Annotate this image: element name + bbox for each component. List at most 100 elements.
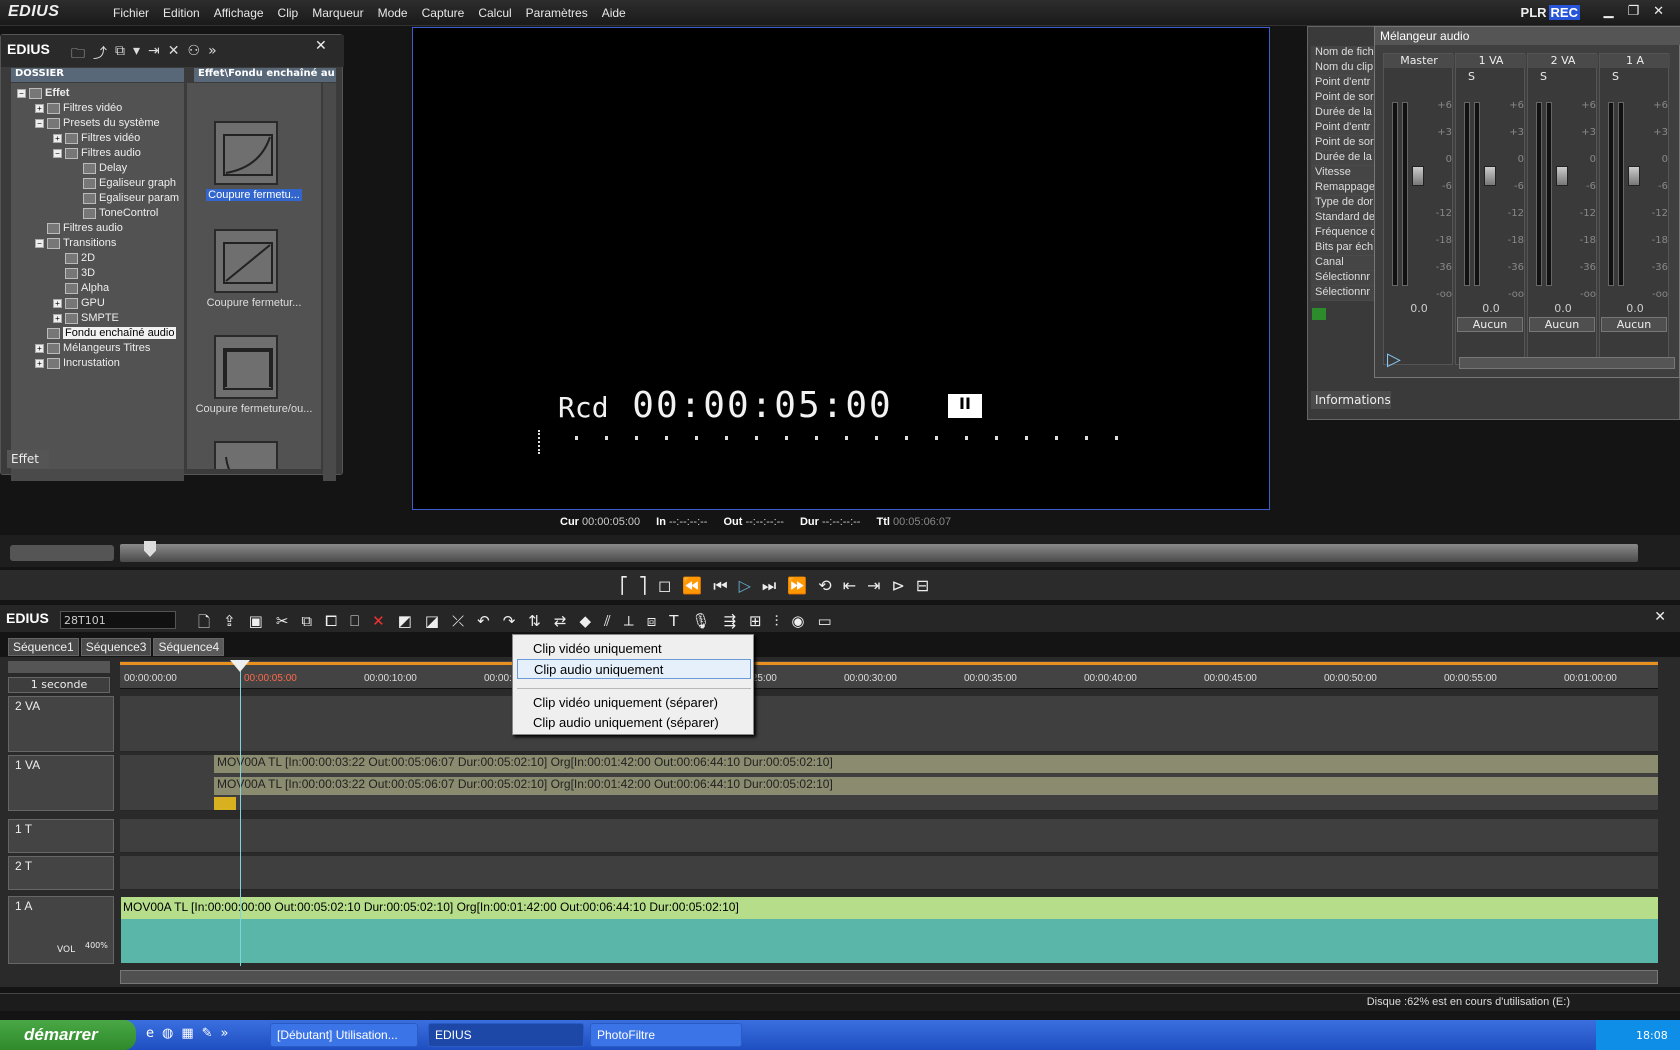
volume-fader[interactable] <box>1412 166 1424 186</box>
tree-scrollbar[interactable] <box>11 469 184 481</box>
prev-edit-icon[interactable]: ⇤ <box>843 576 856 596</box>
collapse-icon[interactable]: − <box>35 238 44 248</box>
audio-clip[interactable]: MOV00A TL [In:00:00:00:00 Out:00:05:02:1… <box>121 897 1658 963</box>
firefox-icon[interactable]: ◍ <box>162 1026 173 1041</box>
tree-item[interactable]: + Incrustation <box>35 355 120 371</box>
thumb-label[interactable]: Coupure fermetu... <box>206 189 302 201</box>
step-forward-icon[interactable]: ⏭ <box>762 576 776 596</box>
start-button[interactable]: démarrer <box>0 1020 136 1050</box>
delete-icon[interactable]: ✕ <box>168 43 180 67</box>
volume-fader[interactable] <box>1556 166 1568 186</box>
insert-mode-icon[interactable]: ⊳ <box>891 576 904 596</box>
expand-icon[interactable]: + <box>35 358 44 368</box>
timeline-scrollbar[interactable] <box>120 970 1658 984</box>
up-icon[interactable]: ⤴ <box>93 43 107 67</box>
tree-item[interactable]: 2D <box>53 250 95 266</box>
cut-icon[interactable]: ✂ <box>276 612 289 637</box>
task-edius[interactable]: EDIUS <box>428 1023 584 1047</box>
tree-item[interactable]: Alpha <box>53 280 109 296</box>
tab-informations[interactable]: Informations <box>1311 391 1391 409</box>
track-header-2t[interactable]: 2 T <box>8 856 114 890</box>
layout-icon[interactable]: ▭ <box>817 612 831 637</box>
tab-sequence1[interactable]: Séquence1 <box>8 638 79 656</box>
expand-icon[interactable]: + <box>53 298 62 308</box>
menu-aide[interactable]: Aide <box>595 6 633 20</box>
more-icon[interactable]: » <box>221 1026 229 1041</box>
undo-icon[interactable]: ↶ <box>477 612 490 637</box>
tree-item[interactable]: − Effet <box>17 85 69 101</box>
volume-fader[interactable] <box>1484 166 1496 186</box>
save-icon[interactable]: ▣ <box>249 612 263 637</box>
task-photofiltre[interactable]: PhotoFiltre <box>590 1023 742 1047</box>
tree-item[interactable]: Fondu enchaîné audio <box>35 325 177 341</box>
task-forum[interactable]: [Débutant] Utilisation... <box>270 1023 418 1047</box>
thumb-crossfade-3[interactable] <box>214 335 278 399</box>
track-header-2va[interactable]: 2 VA <box>8 696 114 752</box>
folder-icon[interactable]: 🗀 <box>71 43 85 67</box>
track-1t[interactable] <box>120 819 1658 853</box>
transition-marker[interactable] <box>214 797 236 810</box>
tree-item[interactable]: + Filtres vidéo <box>35 100 122 116</box>
tree-item[interactable]: − Filtres audio <box>53 145 141 161</box>
tab-sequence4[interactable]: Séquence4 <box>153 638 225 656</box>
time-ruler[interactable]: 00:00:00:00 00:00:05:00 00:00:10:00 00:00:1… <box>120 661 1658 689</box>
zoom-slider[interactable] <box>8 661 110 673</box>
mark-out-icon[interactable]: ⎤ <box>639 576 647 596</box>
output-select[interactable]: Aucun <box>1529 317 1595 332</box>
video-clip-audio[interactable]: MOV00A TL [In:00:00:03:22 Out:00:05:06:0… <box>214 777 1658 795</box>
timeline-close-icon[interactable]: ✕ <box>1654 609 1666 625</box>
tree-item[interactable]: Filtres audio <box>35 220 123 236</box>
mixer-scrollbar[interactable] <box>1459 357 1675 369</box>
tree-item[interactable]: 3D <box>53 265 95 281</box>
step-back-icon[interactable]: ⏮ <box>713 576 727 596</box>
thumb-crossfade-4[interactable] <box>214 441 278 469</box>
delete-clip-icon[interactable]: ✕ <box>372 612 385 637</box>
menu-edition[interactable]: Edition <box>156 6 207 20</box>
app-icon[interactable]: ▦ <box>181 1026 193 1041</box>
track-header-1t[interactable]: 1 T <box>8 819 114 853</box>
close-icon[interactable]: ✕ <box>1653 4 1664 19</box>
menu-parametres[interactable]: Paramètres <box>519 6 595 20</box>
menu-affichage[interactable]: Affichage <box>207 6 271 20</box>
transition2-icon[interactable]: ◪ <box>425 612 439 637</box>
expand-icon[interactable]: + <box>53 313 62 323</box>
more-icon[interactable]: » <box>208 43 217 67</box>
stop-icon[interactable]: ◻ <box>658 576 671 596</box>
copy-icon[interactable]: ⧉ <box>301 612 312 637</box>
thumb-label[interactable]: Coupure fermeture/ou... <box>187 403 321 415</box>
position-slider[interactable] <box>120 544 1638 562</box>
tab-sequence3[interactable]: Séquence3 <box>80 638 152 656</box>
overwrite-mode-icon[interactable]: ⊟ <box>916 576 929 596</box>
thumb-scrollbar[interactable] <box>323 83 336 481</box>
rewind-icon[interactable]: ⏪ <box>682 576 702 596</box>
volume-fader[interactable] <box>1628 166 1640 186</box>
dropdown-icon[interactable]: ▾ <box>133 43 140 67</box>
next-edit-icon[interactable]: ⇥ <box>867 576 880 596</box>
tree-item[interactable]: + Mélangeurs Titres <box>35 340 150 356</box>
menu-fichier[interactable]: Fichier <box>106 6 156 20</box>
notepad-icon[interactable]: ✎ <box>202 1026 213 1041</box>
plr-rec-switch[interactable]: PLR REC <box>1521 5 1580 20</box>
open-icon[interactable]: ⇪ <box>223 612 236 637</box>
menu-audio-only[interactable]: Clip audio uniquement <box>517 659 751 679</box>
ie-icon[interactable]: e <box>146 1026 154 1041</box>
mode-icon[interactable]: ⎕ <box>350 612 359 637</box>
track-2t[interactable] <box>120 856 1658 890</box>
menu-marqueur[interactable]: Marqueur <box>305 6 370 20</box>
minimize-icon[interactable]: ▁ <box>1603 4 1613 19</box>
play-button-icon[interactable]: ▷ <box>739 576 751 596</box>
solo-toggle[interactable]: S <box>1612 70 1619 83</box>
tree-item[interactable]: ToneControl <box>71 205 158 221</box>
thumb-label[interactable]: Coupure fermetur... <box>187 297 321 309</box>
paste-icon[interactable]: ⧠ <box>325 612 337 637</box>
tree-icon[interactable]: ⚇ <box>188 43 201 67</box>
tree-item[interactable]: − Presets du système <box>35 115 160 131</box>
new-icon[interactable]: 🗋 <box>198 612 210 637</box>
menu-capture[interactable]: Capture <box>415 6 472 20</box>
restore-icon[interactable]: ❐ <box>1627 4 1639 19</box>
thumb-crossfade-2[interactable] <box>214 229 278 293</box>
menu-audio-only-split[interactable]: Clip audio uniquement (séparer) <box>517 713 751 733</box>
fast-forward-icon[interactable]: ⏩ <box>787 576 807 596</box>
tree-item[interactable]: Egaliseur param <box>71 190 179 206</box>
palette-tab-effet[interactable]: Effet <box>7 450 49 468</box>
